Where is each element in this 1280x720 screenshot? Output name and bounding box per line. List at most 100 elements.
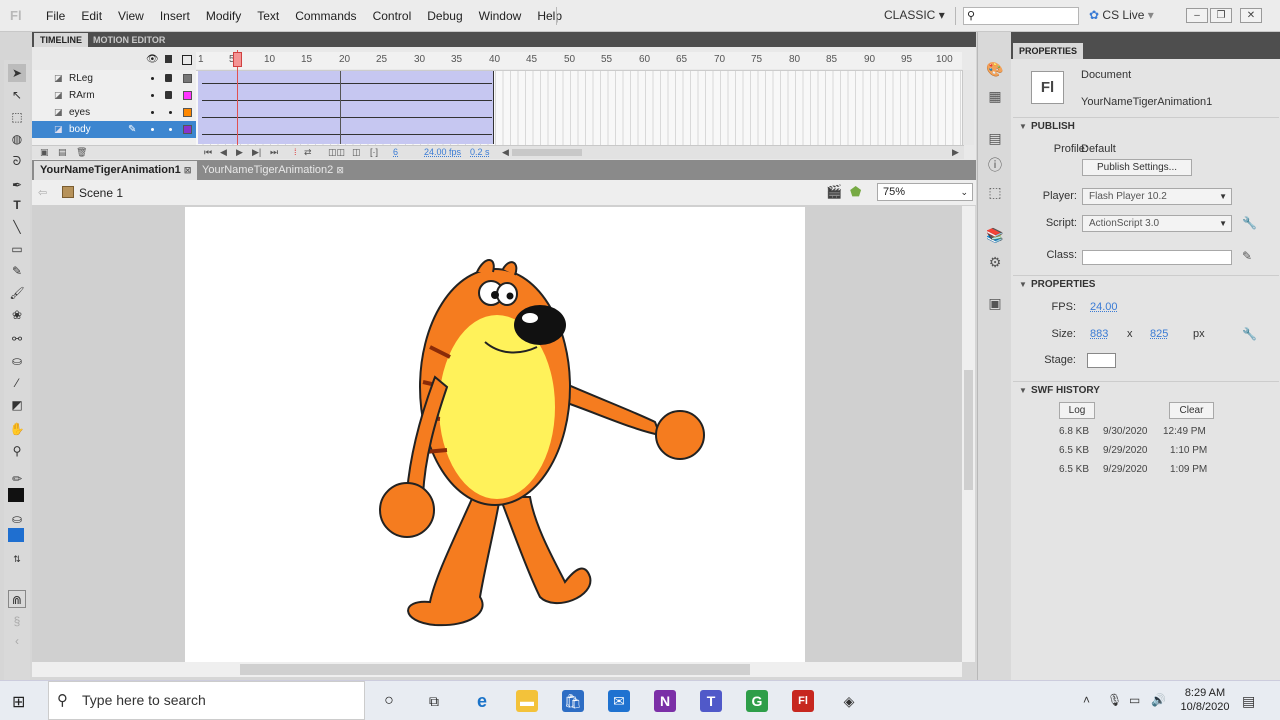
stroke-color-icon[interactable]: ✏ [8, 470, 26, 488]
tiger-character[interactable] [185, 207, 805, 662]
stage-hscroll-thumb[interactable] [240, 664, 750, 675]
menu-debug[interactable]: Debug [419, 9, 470, 23]
info-panel-icon[interactable]: ⓘ [986, 156, 1004, 174]
cs-live-button[interactable]: ✿ CS Live ▾ [1089, 8, 1154, 22]
network-icon[interactable]: ▭ [1129, 693, 1140, 707]
close-icon[interactable]: ⊠ [336, 165, 344, 175]
layer-color-swatch[interactable] [183, 91, 192, 100]
layer-color-swatch[interactable] [183, 108, 192, 117]
task-view-icon[interactable]: ⧉ [423, 690, 445, 712]
fill-color-swatch[interactable] [8, 528, 24, 542]
greenshot-icon[interactable]: G [746, 690, 768, 712]
play-icon[interactable]: ▶ [236, 146, 243, 159]
stage-color-swatch[interactable] [1087, 353, 1116, 368]
edge-browser-icon[interactable]: e [471, 690, 493, 712]
pen-tool-icon[interactable]: ✒ [8, 176, 26, 194]
mail-icon[interactable]: ✉ [608, 690, 630, 712]
eraser-tool-icon[interactable]: ◩ [8, 396, 26, 414]
layer-color-swatch[interactable] [183, 125, 192, 134]
file-explorer-icon[interactable]: ▬ [516, 690, 538, 712]
layer-row-rleg[interactable]: ◪ RLeg [32, 70, 196, 87]
stroke-color-swatch[interactable] [8, 488, 24, 502]
layer-row-rarm[interactable]: ◪ RArm [32, 87, 196, 104]
new-layer-icon[interactable]: ▣ [40, 146, 49, 159]
edit-scene-icon[interactable]: 🎬 [826, 184, 842, 200]
wrench-icon[interactable]: 🔧 [1242, 216, 1257, 230]
app-icon[interactable]: ◈ [838, 690, 860, 712]
delete-layer-icon[interactable]: 🗑 [76, 146, 87, 159]
menu-insert[interactable]: Insert [152, 9, 198, 23]
subselection-tool-icon[interactable]: ↖ [8, 86, 26, 104]
selection-tool-icon[interactable]: ➤ [8, 64, 26, 82]
align-panel-icon[interactable]: ▤ [986, 129, 1004, 147]
frame-ruler[interactable]: 1 5 10 15 20 25 30 35 40 45 50 55 60 65 … [196, 52, 962, 69]
visible-dot[interactable] [151, 128, 154, 131]
store-icon[interactable]: 🛍 [562, 690, 584, 712]
edit-symbols-icon[interactable]: ⬟ [850, 184, 861, 200]
fps-value[interactable]: 24.00 [1090, 301, 1118, 313]
step-back-icon[interactable]: ◀ [220, 146, 227, 159]
volume-icon[interactable]: 🔊 [1151, 693, 1166, 707]
taskbar-clock[interactable]: 8:29 AM 10/8/2020 [1170, 686, 1240, 714]
teams-icon[interactable]: T [700, 690, 722, 712]
timeline-vscroll[interactable] [962, 70, 974, 145]
center-frame-icon[interactable]: ⁞ [294, 146, 297, 159]
current-frame[interactable]: 6 [393, 146, 398, 159]
layer-row-eyes[interactable]: ◪ eyes [32, 104, 196, 121]
stage-vscroll-thumb[interactable] [964, 370, 973, 490]
close-button[interactable]: ✕ [1240, 8, 1262, 23]
menu-control[interactable]: Control [365, 9, 420, 23]
go-first-frame-icon[interactable]: ⏮ [204, 146, 212, 159]
back-arrow-icon[interactable]: ⇦ [38, 186, 47, 199]
menu-view[interactable]: View [110, 9, 152, 23]
height-value[interactable]: 825 [1150, 328, 1168, 340]
menu-window[interactable]: Window [471, 9, 530, 23]
wrench-icon[interactable]: 🔧 [1242, 327, 1257, 341]
swap-colors-icon[interactable]: ⇅ [8, 550, 26, 568]
clear-button[interactable]: Clear [1169, 402, 1214, 419]
flash-app-icon[interactable]: Fl [792, 690, 814, 712]
fill-color-icon[interactable]: ⛀ [8, 510, 26, 528]
lock-dot[interactable] [169, 128, 172, 131]
onion-outline-icon[interactable]: ◫ [352, 146, 361, 159]
stage-canvas[interactable] [185, 207, 805, 662]
pencil-tool-icon[interactable]: ✎ [8, 262, 26, 280]
rectangle-tool-icon[interactable]: ▭ [8, 240, 26, 258]
outline-all-icon[interactable] [182, 55, 192, 65]
layer-color-swatch[interactable] [183, 74, 192, 83]
tab-document-1[interactable]: YourNameTigerAnimation1 ⊠ [34, 161, 198, 180]
zoom-tool-icon[interactable]: ⚲ [8, 442, 26, 460]
tab-timeline[interactable]: TIMELINE [34, 33, 88, 47]
layer-row-body[interactable]: ◪ body ✎ [32, 121, 196, 138]
lock-icon[interactable] [165, 91, 172, 99]
menu-text[interactable]: Text [249, 9, 287, 23]
step-forward-icon[interactable]: ▶| [252, 146, 261, 159]
windows-start-icon[interactable]: ⊞ [12, 692, 25, 712]
class-input[interactable] [1082, 250, 1232, 265]
menu-edit[interactable]: Edit [73, 9, 110, 23]
menu-commands[interactable]: Commands [287, 9, 364, 23]
transform-panel-icon[interactable]: ⬚ [986, 183, 1004, 201]
swatches-panel-icon[interactable]: ▦ [986, 87, 1004, 105]
free-transform-tool-icon[interactable]: ⬚ [8, 108, 26, 126]
text-tool-icon[interactable]: T [8, 196, 26, 214]
scroll-left-icon[interactable]: ◀ [502, 146, 509, 159]
onion-skin-icon[interactable]: ◫◫ [328, 146, 345, 159]
eyedropper-tool-icon[interactable]: ⁄ [8, 374, 26, 392]
menu-file[interactable]: File [38, 9, 73, 23]
minimize-button[interactable]: – [1186, 8, 1208, 23]
lock-icon[interactable] [165, 74, 172, 82]
publish-section-header[interactable]: ▼ PUBLISH [1013, 117, 1279, 134]
workspace-switcher[interactable]: CLASSIC ▾ [884, 8, 945, 22]
menu-modify[interactable]: Modify [198, 9, 249, 23]
cortana-icon[interactable]: ○ [378, 690, 400, 712]
elapsed-time[interactable]: 0.2 s [470, 146, 490, 159]
help-search-input[interactable]: ⚲ [963, 7, 1079, 25]
lasso-tool-icon[interactable]: ᘐ [8, 152, 26, 170]
publish-settings-button[interactable]: Publish Settings... [1082, 159, 1192, 176]
tab-document-2[interactable]: YourNameTigerAnimation2 ⊠ [196, 161, 350, 180]
close-icon[interactable]: ⊠ [184, 165, 192, 175]
paint-bucket-tool-icon[interactable]: ⛀ [8, 352, 26, 370]
log-button[interactable]: Log [1059, 402, 1095, 419]
script-select[interactable]: ActionScript 3.0 ▼ [1082, 215, 1232, 232]
